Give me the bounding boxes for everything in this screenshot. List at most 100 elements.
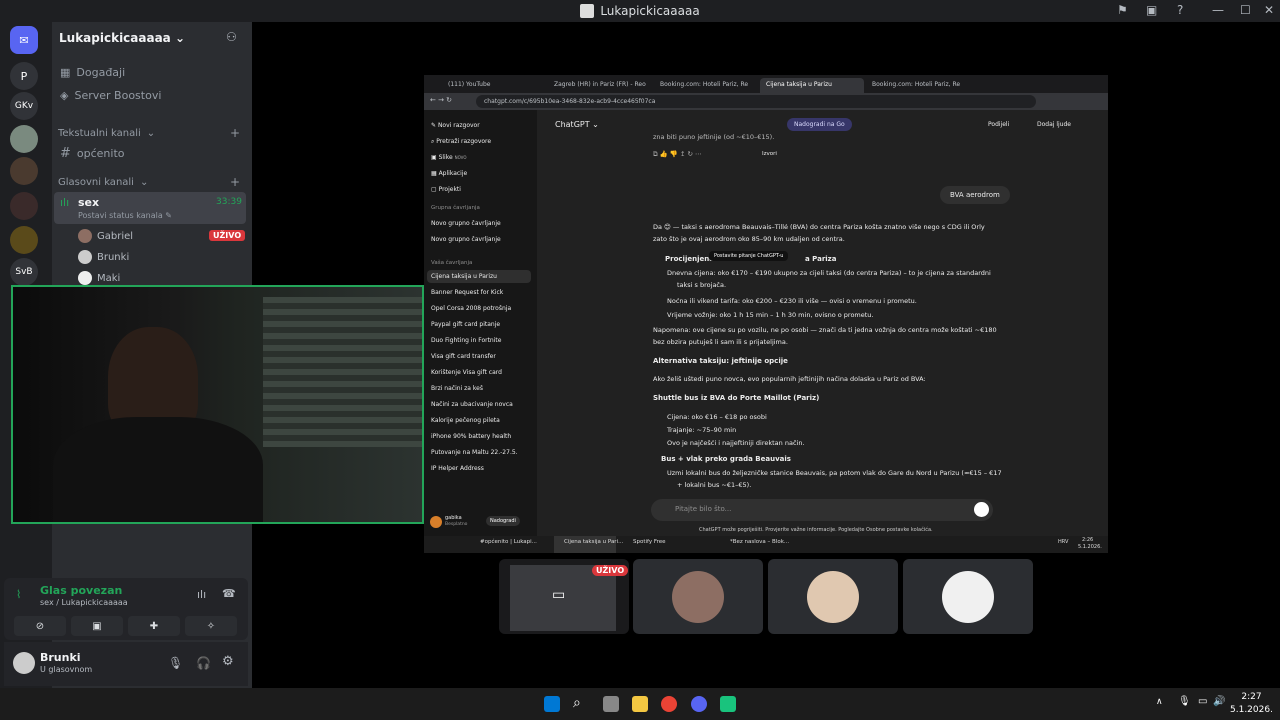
tab-booking-2[interactable]: Booking.com: Hoteli Pariz, Re xyxy=(866,78,970,93)
images-item[interactable]: ▣ Slike NOVO xyxy=(431,154,467,161)
model-selector[interactable]: ChatGPT ⌄ xyxy=(555,119,599,131)
projects-item[interactable]: ▢ Projekti xyxy=(431,186,461,193)
screen-icon[interactable]: ▣ xyxy=(1146,3,1157,17)
chat-list-item[interactable]: Opel Corsa 2008 potrošnja xyxy=(431,305,511,312)
soundboard-button[interactable]: ✧ xyxy=(185,616,237,636)
maximize-icon[interactable]: ☐ xyxy=(1240,3,1251,17)
chat-list-item[interactable]: Kalorije pečenog pileta xyxy=(431,417,500,424)
group-chat-item[interactable]: Novo grupno čavrljanje xyxy=(431,236,501,243)
voice-user[interactable]: Gabriel xyxy=(78,229,133,243)
sources-button[interactable]: Izvori xyxy=(762,148,777,160)
server-svb[interactable]: SvB xyxy=(10,258,38,286)
voice-mode-icon[interactable] xyxy=(974,502,989,517)
settings-gear-icon[interactable]: ⚙ xyxy=(222,654,234,669)
chrome-icon[interactable] xyxy=(661,696,677,712)
chat-list-item[interactable]: Načini za ubacivanje novca xyxy=(431,401,513,408)
guild-header[interactable]: Lukapickicaaaaa ⌄ xyxy=(59,31,185,45)
add-channel-icon[interactable]: + xyxy=(230,126,240,140)
participant-tile[interactable] xyxy=(768,559,898,634)
taskbar-item[interactable]: *Bez naslova – Blok... xyxy=(730,539,789,545)
tab-reo[interactable]: Zagreb (HR) in Pariz (FR) - Reo xyxy=(548,78,652,93)
inbox-icon[interactable]: ⚑ xyxy=(1117,3,1128,17)
prompt-input[interactable]: Pitajte bilo što... xyxy=(651,499,993,521)
discord-icon[interactable] xyxy=(691,696,707,712)
ask-tooltip[interactable]: Postavite pitanje ChatGPT-u xyxy=(709,251,789,261)
start-menu-icon[interactable] xyxy=(544,696,560,712)
apps-item[interactable]: ▦ Aplikacije xyxy=(431,170,467,177)
screen-share[interactable]: (111) YouTube Zagreb (HR) in Pariz (FR) … xyxy=(424,75,1108,553)
tray-chevron-icon[interactable]: ∧ xyxy=(1156,697,1163,707)
microphone-icon[interactable]: 🎙 xyxy=(168,656,183,670)
chat-list-item[interactable]: Brzi načini za keš xyxy=(431,385,483,392)
chat-list-item[interactable]: Visa gift card transfer xyxy=(431,353,496,360)
activities-button[interactable]: ✚ xyxy=(128,616,180,636)
tab-youtube[interactable]: (111) YouTube xyxy=(442,78,546,93)
chat-list-item[interactable]: Paypal gift card pitanje xyxy=(431,321,500,328)
noise-icon[interactable]: ılı xyxy=(197,588,206,601)
taskbar-item[interactable]: Spotify Free xyxy=(633,539,666,545)
search-chats-item[interactable]: ⌕ Pretraži razgovore xyxy=(431,138,491,146)
voice-status-title[interactable]: Glas povezan xyxy=(40,584,122,597)
chat-list-item[interactable]: Korištenje Visa gift card xyxy=(431,369,502,376)
file-explorer-icon[interactable] xyxy=(632,696,648,712)
discord-home-icon[interactable]: ✉ xyxy=(10,26,38,54)
voice-user[interactable]: Maki xyxy=(78,271,120,285)
set-status-link[interactable]: Postavi status kanala ✎ xyxy=(78,211,172,220)
minimize-icon[interactable]: — xyxy=(1212,3,1224,17)
add-people-button[interactable]: Dodaj ljude xyxy=(1037,119,1071,131)
chat-list-item[interactable]: Duo Fighting in Fortnite xyxy=(431,337,501,344)
server-avatar[interactable] xyxy=(10,157,38,185)
tab-booking[interactable]: Booking.com: Hoteli Pariz, Re xyxy=(654,78,758,93)
chat-list-item[interactable]: Cijena taksija u Parizu xyxy=(431,273,497,280)
server-avatar[interactable] xyxy=(10,125,38,153)
server-avatar[interactable] xyxy=(10,226,38,254)
chat-list-item[interactable]: IP Helper Address xyxy=(431,465,484,472)
participant-tile[interactable] xyxy=(903,559,1033,634)
headphones-icon[interactable]: 🎧 xyxy=(196,656,211,670)
hash-icon: # xyxy=(60,146,71,161)
server-p[interactable]: P xyxy=(10,62,38,90)
boosts-link[interactable]: ◈ Server Boostovi xyxy=(60,89,161,102)
chat-list-item[interactable]: iPhone 90% battery health xyxy=(431,433,511,440)
url-input[interactable]: chatgpt.com/c/695b10ea-3468-832e-acb9-4c… xyxy=(476,95,1036,108)
message-actions[interactable]: ⧉ 👍 👎 ↥ ↻ ⋯ xyxy=(653,148,702,160)
monitor-icon[interactable]: ▭ xyxy=(1198,696,1207,707)
upgrade-button[interactable]: Nadogradi xyxy=(486,516,520,526)
server-avatar[interactable] xyxy=(10,192,38,220)
close-icon[interactable]: ✕ xyxy=(1264,3,1274,17)
channel-opcenito[interactable]: # općenito xyxy=(60,146,125,161)
voice-channel-sex[interactable]: ılı sex 33:39 Postavi status kanala ✎ xyxy=(54,192,246,224)
invite-icon[interactable]: ⚇ xyxy=(226,30,237,44)
tray-mic-icon[interactable]: 🎙 xyxy=(1178,696,1191,707)
section-label: Vaša čavrljanja xyxy=(431,260,473,266)
avatar[interactable] xyxy=(13,652,35,674)
volume-icon[interactable]: 🔊 xyxy=(1213,696,1225,707)
chat-list-item[interactable]: Putovanje na Maltu 22.-27.5. xyxy=(431,449,518,456)
taskbar-item[interactable]: #općenito | Lukapi... xyxy=(480,539,537,545)
chat-list-item[interactable]: Banner Request for Kick xyxy=(431,289,503,296)
group-chat-item[interactable]: Novo grupno čavrljanje xyxy=(431,220,501,227)
upgrade-pill[interactable]: Nadogradi na Go xyxy=(787,118,852,131)
voice-category[interactable]: Glasovni kanali ⌄ xyxy=(58,177,148,188)
webcam-stream[interactable] xyxy=(11,285,424,524)
tab-chatgpt[interactable]: Cijena taksija u Parizu xyxy=(760,78,864,93)
add-channel-icon[interactable]: + xyxy=(230,175,240,189)
app-icon[interactable] xyxy=(720,696,736,712)
nav-icons[interactable]: ← → ↻ xyxy=(430,96,452,104)
share-button[interactable]: Podijeli xyxy=(988,119,1009,131)
new-chat-item[interactable]: ✎ Novi razgovor xyxy=(431,122,480,129)
disconnect-icon[interactable]: ☎ xyxy=(222,587,236,600)
task-view-icon[interactable] xyxy=(603,696,619,712)
search-icon[interactable]: ⌕ xyxy=(573,695,581,711)
participant-tile[interactable] xyxy=(633,559,763,634)
events-link[interactable]: ▦ Događaji xyxy=(60,66,125,79)
stream-thumbnail[interactable]: ▭ UŽIVO xyxy=(499,559,629,634)
server-gkv[interactable]: GKv xyxy=(10,92,38,120)
help-icon[interactable]: ? xyxy=(1177,3,1183,17)
os-clock[interactable]: 2:27 5.1.2026. xyxy=(1230,691,1273,717)
taskbar-item[interactable]: Cijena taksija u Pari... xyxy=(564,539,623,545)
text-category[interactable]: Tekstualni kanali ⌄ xyxy=(58,128,155,139)
screen-share-button[interactable]: ▣ xyxy=(71,616,123,636)
camera-off-button[interactable]: ⊘ xyxy=(14,616,66,636)
voice-user[interactable]: Brunki xyxy=(78,250,129,264)
